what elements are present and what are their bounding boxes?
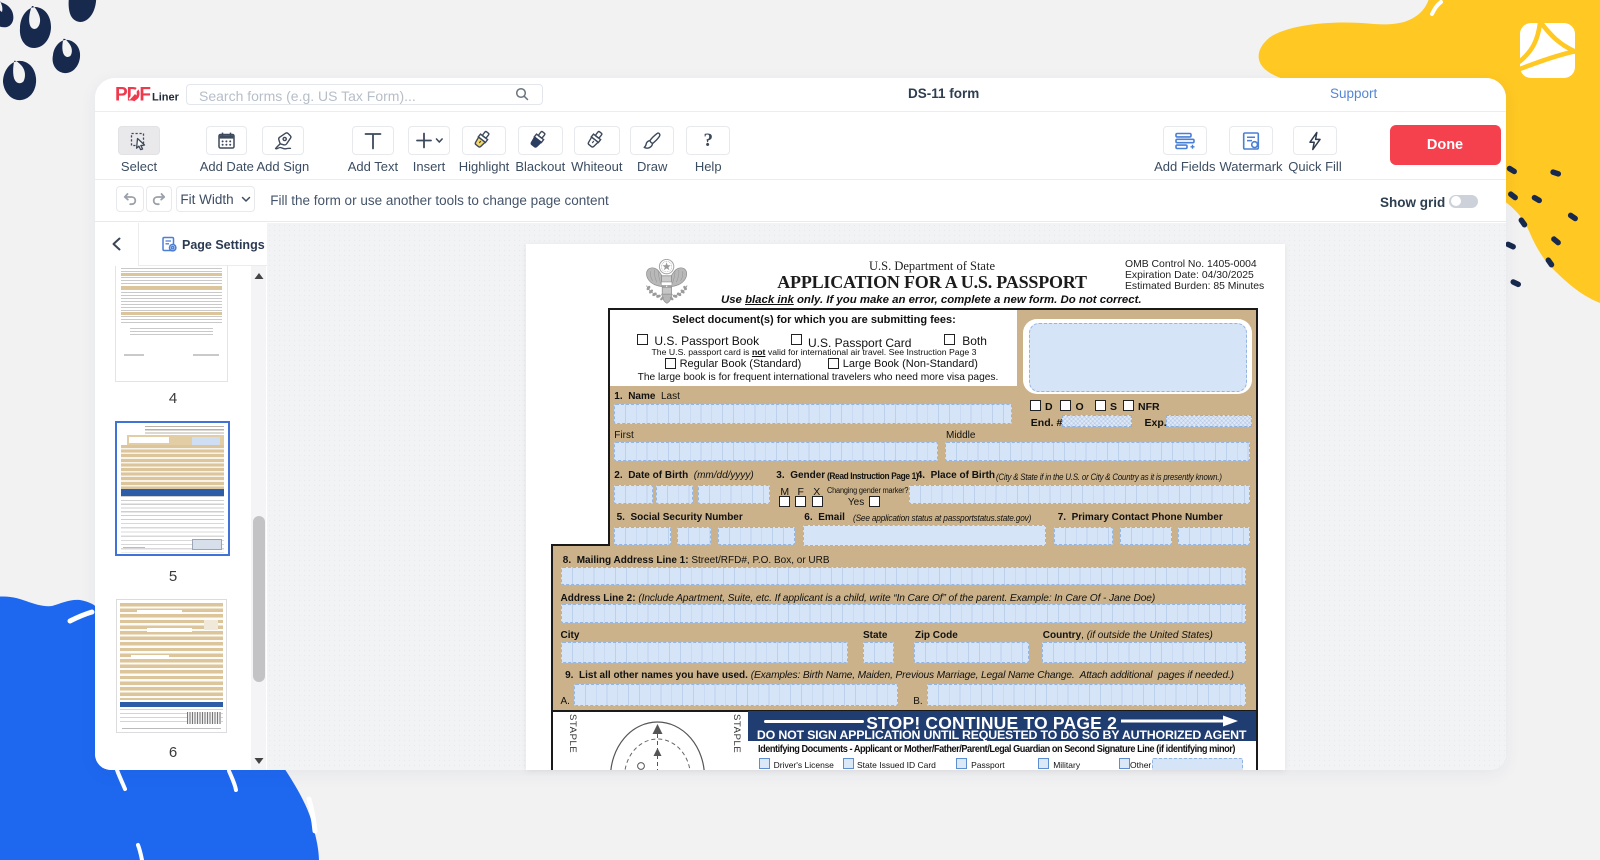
svg-text:Liner: Liner — [152, 92, 180, 104]
